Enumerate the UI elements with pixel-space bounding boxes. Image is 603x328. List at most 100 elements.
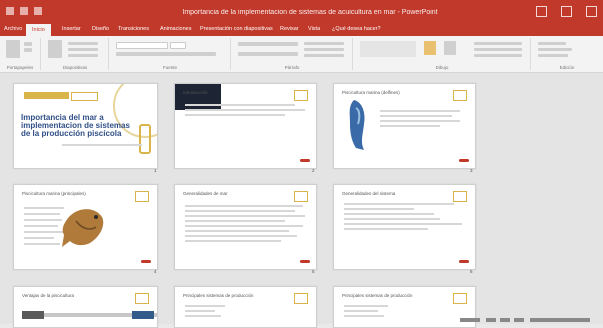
tab-insertar[interactable]: Insertar (62, 26, 81, 32)
text-line (24, 213, 60, 215)
list-buttons[interactable] (238, 42, 298, 46)
tab-inicio[interactable]: Inicio (26, 24, 51, 36)
reset-button[interactable] (68, 48, 98, 51)
tab-archivo[interactable]: Archivo (4, 26, 22, 32)
window-title: Importancia de la implementacion de sist… (182, 9, 438, 16)
slide-thumbnail[interactable]: Piscicultura marina (delfines) (333, 83, 476, 169)
slide-number: 5 (312, 269, 315, 274)
shape-effects-button[interactable] (474, 54, 522, 57)
shape-fill-button[interactable] (474, 42, 522, 45)
select-button[interactable] (538, 54, 568, 57)
slide-sorter-icon[interactable] (500, 318, 510, 322)
text-line (24, 237, 54, 239)
group-label: Dibujo (435, 65, 449, 70)
slide-thumbnail[interactable]: Piscicultura marina (principales) (13, 184, 158, 270)
slide-thumbnail[interactable]: Ventajas de la piscicultura (13, 286, 158, 328)
group-label: Edición (559, 65, 575, 70)
slide-sorter-view: Importancia del mar a implementacion de … (0, 73, 603, 328)
redo-icon[interactable] (34, 7, 42, 15)
slide-number: 3 (470, 168, 473, 173)
window-controls (536, 6, 597, 17)
dolphin-image (349, 100, 365, 150)
tab-transiciones[interactable]: Transiciones (118, 26, 149, 32)
slide-thumbnail[interactable]: Principales sistemas de producción (174, 286, 317, 328)
quick-styles-button[interactable] (444, 41, 456, 55)
text-line (185, 235, 297, 237)
smartart-button[interactable] (304, 54, 344, 57)
text-line (24, 225, 58, 227)
footer-mark (300, 260, 310, 263)
slide-thumbnail[interactable]: Principales sistemas de producción (333, 286, 476, 328)
tab-vista[interactable]: Vista (308, 26, 320, 32)
text-line (185, 230, 289, 232)
slide-thumbnail[interactable]: Introducción (174, 83, 317, 169)
copy-button[interactable] (24, 48, 32, 52)
layout-button[interactable] (68, 42, 98, 45)
text-line (185, 220, 285, 222)
replace-button[interactable] (538, 48, 572, 51)
close-icon[interactable] (586, 6, 597, 17)
text-direction-button[interactable] (304, 42, 344, 45)
align-buttons[interactable] (238, 52, 298, 56)
slide-thumbnail[interactable]: Generalidades de mar (174, 184, 317, 270)
footer-mark (459, 159, 469, 162)
shape-outline-button[interactable] (474, 48, 522, 51)
zoom-slider[interactable] (530, 318, 590, 322)
text-line (344, 315, 384, 317)
undo-icon[interactable] (20, 7, 28, 15)
text-line (380, 125, 440, 127)
save-icon[interactable] (6, 7, 14, 15)
tab-presentacion[interactable]: Presentación con diapositivas (200, 26, 273, 32)
tell-me-search[interactable]: ¿Qué desea hacer? (332, 26, 381, 32)
text-line (24, 243, 60, 245)
section-button[interactable] (68, 54, 98, 57)
normal-view-icon[interactable] (486, 318, 496, 322)
logo-icon (135, 191, 149, 202)
seal-icon (139, 124, 151, 154)
group-label: Portapapeles (6, 65, 34, 70)
notes-toggle[interactable] (460, 318, 480, 322)
slide-title: Piscicultura marina (principales) (22, 191, 86, 196)
footer-mark (300, 159, 310, 162)
minimize-icon[interactable] (536, 6, 547, 17)
status-bar (460, 318, 603, 324)
tab-animaciones[interactable]: Animaciones (160, 26, 192, 32)
slide-number: 2 (312, 168, 315, 173)
text-line (344, 223, 462, 225)
slide-title: Introducción (183, 90, 208, 95)
text-line (380, 120, 460, 122)
image-right (132, 311, 154, 319)
slide-number: 1 (154, 168, 157, 173)
format-buttons[interactable] (116, 52, 216, 56)
slide-title: Importancia del mar a implementacion de … (21, 113, 130, 138)
logo-icon (453, 191, 467, 202)
font-name-select[interactable] (116, 42, 168, 49)
find-button[interactable] (538, 42, 566, 45)
new-slide-button[interactable] (48, 40, 62, 58)
shapes-gallery[interactable] (360, 41, 416, 57)
slide-title: Generalidades de mar (183, 191, 228, 196)
text-line (344, 310, 378, 312)
text-line (185, 205, 303, 207)
quick-access-toolbar (6, 7, 42, 15)
slide-title: Generalidades del sistema (342, 191, 396, 196)
text-line (185, 215, 305, 217)
maximize-icon[interactable] (561, 6, 572, 17)
paste-button[interactable] (6, 40, 20, 58)
slide-thumbnail[interactable]: Generalidades del sistema (333, 184, 476, 270)
align-text-button[interactable] (304, 48, 344, 51)
arrange-button[interactable] (424, 41, 436, 55)
cut-button[interactable] (24, 42, 32, 46)
tab-revisar[interactable]: Revisar (280, 26, 299, 32)
reading-view-icon[interactable] (514, 318, 524, 322)
ribbon-tabs: Archivo Inicio Insertar Diseño Transicio… (0, 24, 603, 36)
group-font: Fuente (110, 38, 231, 70)
group-drawing: Dibujo (354, 38, 531, 70)
tab-diseno[interactable]: Diseño (92, 26, 109, 32)
group-label: Párrafo (284, 65, 300, 70)
font-size-select[interactable] (170, 42, 186, 49)
group-slides: Diapositivas (42, 38, 109, 70)
logo-icon (294, 293, 308, 304)
slide-thumbnail[interactable]: Importancia del mar a implementacion de … (13, 83, 158, 169)
slide-title: Ventajas de la piscicultura (22, 293, 75, 298)
